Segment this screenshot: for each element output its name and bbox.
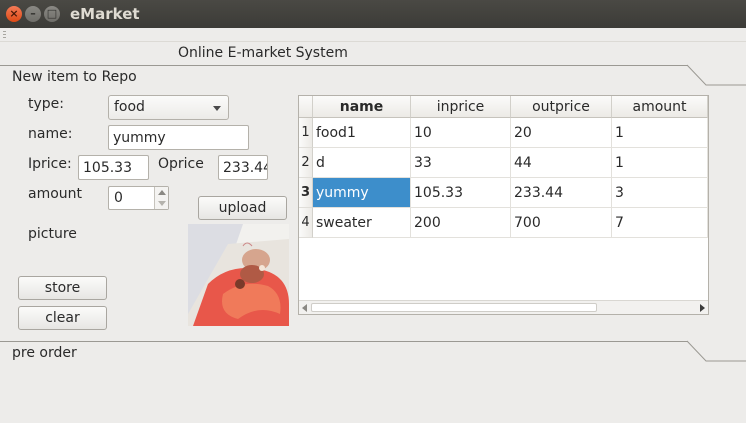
- iprice-label: Iprice:: [28, 156, 72, 172]
- item-picture: [188, 224, 289, 326]
- scroll-left-icon[interactable]: [302, 304, 307, 312]
- column-header-amount[interactable]: amount: [612, 96, 708, 118]
- chevron-down-icon: [213, 106, 221, 111]
- oprice-label: Oprice: [158, 156, 204, 172]
- table-cell[interactable]: 33: [411, 148, 511, 178]
- items-table[interactable]: name inprice outprice amount 1 food1 10 …: [298, 95, 709, 315]
- row-header[interactable]: 4: [299, 208, 313, 238]
- page-title: Online E-market System: [178, 45, 348, 61]
- type-label: type:: [28, 96, 64, 112]
- toolbar-strip: [0, 28, 746, 42]
- table-cell[interactable]: food1: [313, 118, 411, 148]
- table-cell-selected[interactable]: yummy: [313, 178, 411, 208]
- window-title: eMarket: [70, 5, 140, 23]
- group-divider-slant: [686, 340, 746, 362]
- column-header-name[interactable]: name: [313, 96, 411, 118]
- close-icon[interactable]: ×: [6, 6, 22, 22]
- group-divider: [0, 65, 688, 66]
- table-cell[interactable]: 1: [612, 118, 708, 148]
- amount-value: 0: [114, 190, 123, 206]
- amount-stepper[interactable]: 0: [108, 186, 169, 210]
- table-cell[interactable]: 3: [612, 178, 708, 208]
- picture-label: picture: [28, 226, 77, 242]
- stepper-buttons[interactable]: [154, 187, 168, 209]
- name-input[interactable]: [108, 125, 249, 150]
- table-cell[interactable]: 1: [612, 148, 708, 178]
- scrollbar-thumb[interactable]: [311, 303, 597, 312]
- name-label: name:: [28, 126, 73, 142]
- table-cell[interactable]: 700: [511, 208, 612, 238]
- minimize-icon[interactable]: –: [25, 6, 41, 22]
- oprice-input[interactable]: [218, 155, 268, 180]
- table-cell[interactable]: d: [313, 148, 411, 178]
- picture-image: [188, 224, 289, 326]
- group-divider: [0, 341, 688, 342]
- table-cell[interactable]: 105.33: [411, 178, 511, 208]
- table-cell[interactable]: 44: [511, 148, 612, 178]
- column-header-outprice[interactable]: outprice: [511, 96, 612, 118]
- group-divider-slant: [686, 64, 746, 86]
- amount-label: amount: [28, 186, 83, 202]
- table-cell[interactable]: 200: [411, 208, 511, 238]
- table-corner[interactable]: [299, 96, 313, 118]
- table-cell[interactable]: 10: [411, 118, 511, 148]
- table-cell[interactable]: sweater: [313, 208, 411, 238]
- table-cell[interactable]: 20: [511, 118, 612, 148]
- store-button[interactable]: store: [18, 276, 107, 300]
- chevron-down-icon[interactable]: [158, 201, 166, 206]
- type-select-value: food: [114, 99, 145, 115]
- chevron-up-icon[interactable]: [158, 190, 166, 195]
- table-cell[interactable]: 233.44: [511, 178, 612, 208]
- row-header[interactable]: 1: [299, 118, 313, 148]
- scroll-right-icon[interactable]: [700, 304, 705, 312]
- type-select[interactable]: food: [108, 95, 229, 120]
- maximize-icon[interactable]: □: [44, 6, 60, 22]
- title-bar: × – □ eMarket: [0, 0, 746, 28]
- clear-button[interactable]: clear: [18, 306, 107, 330]
- toolbar-grip-icon[interactable]: [3, 31, 6, 39]
- horizontal-scrollbar[interactable]: [299, 300, 708, 314]
- iprice-input[interactable]: [78, 155, 149, 180]
- row-header[interactable]: 3: [299, 178, 313, 208]
- row-header[interactable]: 2: [299, 148, 313, 178]
- pre-order-group-title: pre order: [12, 345, 77, 361]
- column-header-inprice[interactable]: inprice: [411, 96, 511, 118]
- table-cell[interactable]: 7: [612, 208, 708, 238]
- new-item-group-title: New item to Repo: [12, 69, 137, 85]
- upload-button[interactable]: upload: [198, 196, 287, 220]
